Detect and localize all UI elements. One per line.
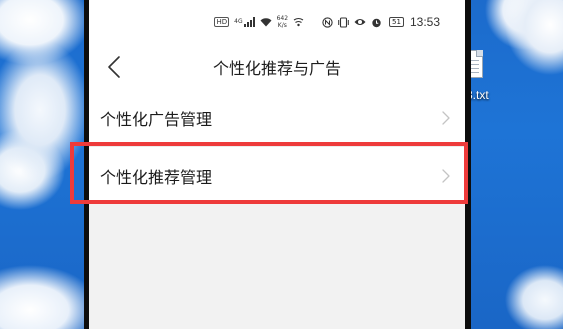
alarm-icon xyxy=(372,18,381,27)
menu-item-label: 个性化广告管理 xyxy=(100,109,213,129)
settings-menu-list: 个性化广告管理 个性化推荐管理 xyxy=(89,89,465,204)
personalized-recommendation-management-item[interactable]: 个性化推荐管理 xyxy=(89,146,465,204)
menu-item-label: 个性化推荐管理 xyxy=(100,167,213,187)
battery-icon: 51 xyxy=(389,17,404,27)
wifi-icon xyxy=(260,18,272,27)
hd-icon: HD xyxy=(214,17,230,27)
eye-comfort-icon xyxy=(354,19,366,25)
chevron-right-icon xyxy=(442,168,450,183)
network-speed: 642 K/s xyxy=(277,15,288,29)
personalized-ads-management-item[interactable]: 个性化广告管理 xyxy=(89,89,465,146)
page-title: 个性化推荐与广告 xyxy=(212,59,341,78)
chevron-right-icon xyxy=(442,110,450,125)
phone-screen: HD 4G 642 K/s 51 13:53 个性化推荐与广告 个性化广告管理 … xyxy=(89,0,465,329)
nfc-icon xyxy=(322,16,333,28)
status-time: 13:53 xyxy=(409,15,440,29)
network-speed-unit: K/s xyxy=(277,22,287,29)
network-speed-value: 642 xyxy=(276,15,289,22)
hotspot-icon xyxy=(293,17,304,27)
status-icons: HD 4G 642 K/s 51 xyxy=(214,15,404,29)
status-bar: HD 4G 642 K/s 51 13:53 xyxy=(89,0,465,44)
vibrate-icon xyxy=(338,16,349,28)
header-bar: 个性化推荐与广告 xyxy=(89,44,465,89)
cellular-signal-icon: 4G xyxy=(234,17,255,27)
signal-label: 4G xyxy=(234,18,243,25)
